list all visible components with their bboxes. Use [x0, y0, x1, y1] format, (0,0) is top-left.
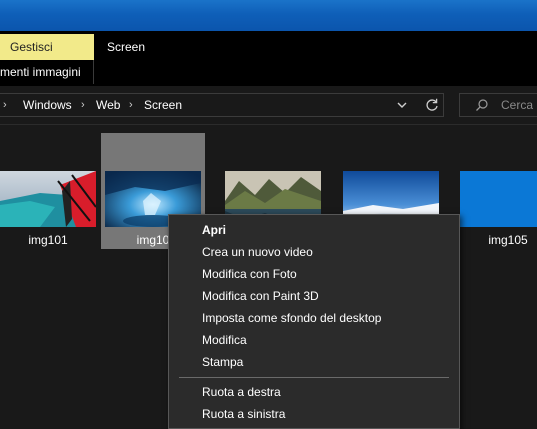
thumbnail-image	[460, 171, 537, 227]
refresh-icon[interactable]	[424, 97, 440, 113]
address-bar[interactable]: › Windows › Web › Screen	[0, 93, 444, 117]
desktop-background-strip	[0, 0, 537, 31]
menu-separator	[179, 377, 449, 378]
menu-item-crea-nuovo-video[interactable]: Crea un nuovo video	[169, 241, 459, 263]
tab-gestisci[interactable]: Gestisci	[0, 34, 94, 60]
ribbon: Gestisci menti immagini Screen	[0, 31, 537, 86]
search-icon	[476, 99, 488, 111]
menu-item-modifica-con-foto[interactable]: Modifica con Foto	[169, 263, 459, 285]
breadcrumb-screen[interactable]: Screen	[144, 94, 182, 116]
menu-item-imposta-sfondo[interactable]: Imposta come sfondo del desktop	[169, 307, 459, 329]
chevron-right-icon[interactable]: ›	[3, 94, 7, 116]
context-menu: Apri Crea un nuovo video Modifica con Fo…	[168, 214, 460, 429]
address-bar-row: › Windows › Web › Screen Cerca i	[0, 86, 537, 125]
file-item[interactable]: img105	[456, 133, 537, 249]
chevron-right-icon[interactable]: ›	[129, 94, 133, 116]
breadcrumb-web[interactable]: Web	[96, 94, 120, 116]
menu-item-modifica-con-paint-3d[interactable]: Modifica con Paint 3D	[169, 285, 459, 307]
file-item[interactable]: img101	[0, 133, 100, 249]
search-box[interactable]: Cerca i	[459, 93, 537, 117]
thumbnail-image	[0, 171, 96, 227]
chevron-down-icon[interactable]	[395, 98, 409, 112]
chevron-right-icon[interactable]: ›	[81, 94, 85, 116]
file-name: img101	[28, 233, 68, 247]
breadcrumb-windows[interactable]: Windows	[23, 94, 72, 116]
menu-item-ruota-destra[interactable]: Ruota a destra	[169, 381, 459, 403]
search-placeholder: Cerca i	[501, 98, 537, 112]
menu-item-modifica[interactable]: Modifica	[169, 329, 459, 351]
menu-item-stampa[interactable]: Stampa	[169, 351, 459, 373]
window-title: Screen	[107, 40, 146, 54]
file-name: img105	[488, 233, 528, 247]
menu-item-apri[interactable]: Apri	[169, 219, 459, 241]
menu-item-ruota-sinistra[interactable]: Ruota a sinistra	[169, 403, 459, 425]
tab-strumenti-immagini[interactable]: menti immagini	[0, 60, 94, 84]
